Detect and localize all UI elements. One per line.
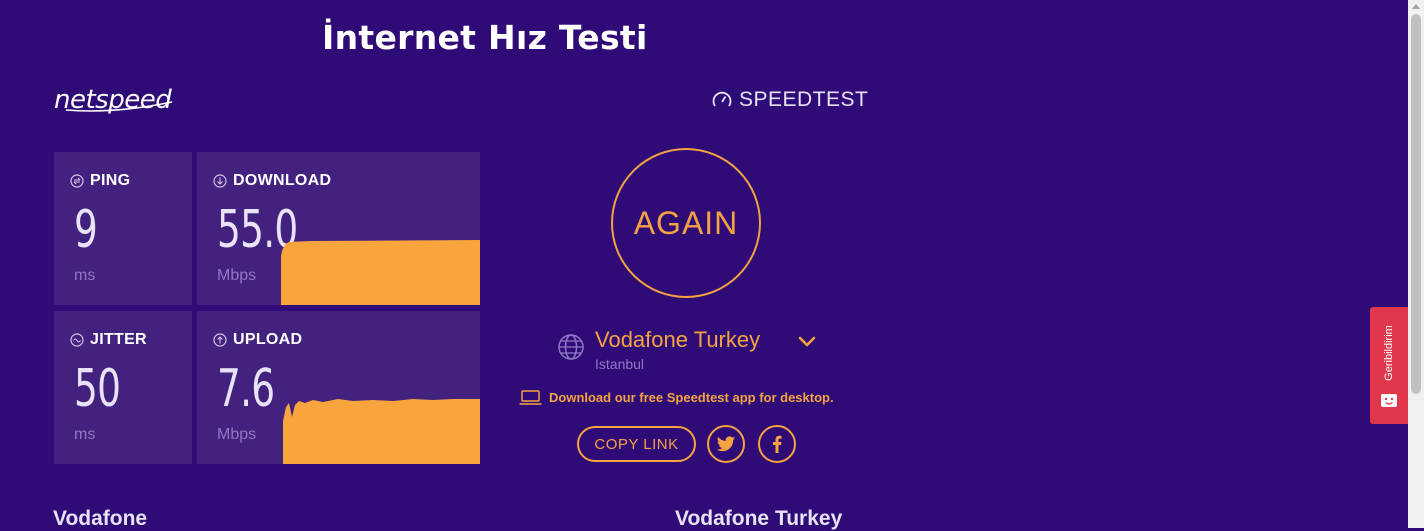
ping-icon <box>70 174 84 188</box>
feedback-label: Geribildirim <box>1383 325 1395 381</box>
jitter-unit: ms <box>74 426 96 443</box>
download-header: DOWNLOAD <box>213 172 331 190</box>
scroll-up-arrow-icon[interactable] <box>1412 3 1420 9</box>
download-arrow-icon <box>213 174 227 188</box>
ping-header: PING <box>70 172 130 190</box>
upload-value: 7.6 <box>217 359 275 419</box>
upload-label: UPLOAD <box>233 331 303 348</box>
upload-arrow-icon <box>213 333 227 347</box>
isp-city: Istanbul <box>595 356 645 372</box>
smiley-icon <box>1381 394 1397 407</box>
download-tile: DOWNLOAD 55.0 Mbps <box>197 152 480 305</box>
ping-label: PING <box>90 172 131 189</box>
facebook-icon <box>773 435 782 453</box>
upload-unit: Mbps <box>217 426 257 443</box>
chevron-down-icon[interactable] <box>798 336 816 348</box>
download-unit: Mbps <box>217 267 257 284</box>
download-label: DOWNLOAD <box>233 172 332 189</box>
jitter-header: JITTER <box>70 331 147 349</box>
jitter-label: JITTER <box>90 331 147 348</box>
upload-graph <box>283 399 480 464</box>
copy-link-button[interactable]: COPY LINK <box>577 426 696 462</box>
jitter-icon <box>70 333 84 347</box>
speedtest-brand-label: SPEEDTEST <box>739 88 869 111</box>
ping-unit: ms <box>74 267 96 284</box>
speedometer-icon <box>712 91 732 107</box>
ping-value: 9 <box>74 200 98 260</box>
globe-icon <box>558 334 584 360</box>
bottom-isp-short: Vodafone <box>53 507 148 530</box>
logo-swoosh <box>65 101 173 112</box>
ping-tile: PING 9 ms <box>54 152 192 305</box>
speedtest-brand[interactable]: SPEEDTEST <box>711 88 868 112</box>
vertical-scrollbar[interactable] <box>1408 0 1424 528</box>
isp-name[interactable]: Vodafone Turkey <box>595 327 760 353</box>
again-label: AGAIN <box>633 204 739 241</box>
desktop-app-link[interactable]: Download our free Speedtest app for desk… <box>519 390 834 405</box>
copy-link-label: COPY LINK <box>594 435 679 453</box>
laptop-icon <box>519 390 542 405</box>
upload-header: UPLOAD <box>213 331 302 349</box>
scrollbar-thumb[interactable] <box>1411 14 1421 394</box>
download-graph <box>281 240 480 305</box>
again-button[interactable]: AGAIN <box>611 148 761 298</box>
jitter-tile: JITTER 50 ms <box>54 311 192 464</box>
desktop-app-link-label: Download our free Speedtest app for desk… <box>549 390 834 405</box>
twitter-icon <box>716 435 736 451</box>
twitter-share-button[interactable] <box>707 425 745 463</box>
feedback-tab[interactable]: Geribildirim <box>1370 307 1408 424</box>
jitter-value: 50 <box>74 359 121 419</box>
facebook-share-button[interactable] <box>758 425 796 463</box>
bottom-isp-full: Vodafone Turkey <box>675 507 843 530</box>
upload-tile: UPLOAD 7.6 Mbps <box>197 311 480 464</box>
page-title: İnternet Hız Testi <box>322 18 648 57</box>
